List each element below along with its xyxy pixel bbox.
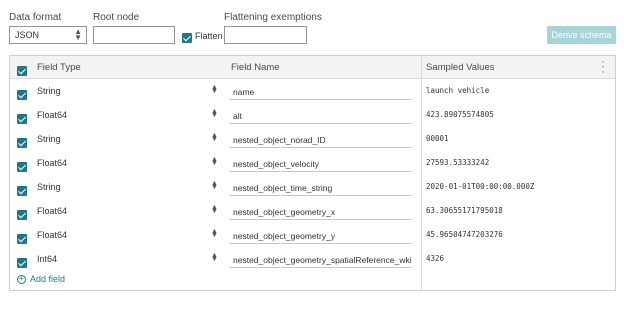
header-field-type: Field Type bbox=[37, 62, 81, 73]
select-all-checkbox[interactable] bbox=[17, 63, 27, 81]
more-options-icon[interactable]: · · · bbox=[600, 57, 606, 78]
sampled-value: launch vehicle bbox=[426, 86, 490, 95]
select-arrows-icon: ▲ ▼ bbox=[211, 204, 218, 215]
field-type-select[interactable]: String bbox=[37, 182, 61, 192]
checkbox-checked-icon bbox=[17, 90, 27, 100]
root-node-input[interactable] bbox=[93, 26, 175, 44]
row-checkbox[interactable] bbox=[17, 207, 27, 225]
select-arrows-icon: ▲ ▼ bbox=[211, 108, 218, 119]
field-type-select[interactable]: Float64 bbox=[37, 110, 67, 120]
select-arrows-icon: ▲ ▼ bbox=[211, 180, 218, 191]
checkbox-checked-icon bbox=[17, 114, 27, 124]
table-row: String ▲ ▼ nested_object_norad_ID 00001 bbox=[10, 128, 615, 152]
row-checkbox[interactable] bbox=[17, 183, 27, 201]
header-field-name: Field Name bbox=[231, 62, 280, 73]
table-row: String ▲ ▼ nested_object_time_string 2020… bbox=[10, 176, 615, 200]
sampled-value: 2020-01-01T00:00:00.000Z bbox=[426, 182, 535, 191]
checkbox-checked-icon bbox=[17, 186, 27, 196]
field-name-input[interactable]: nested_object_time_string bbox=[229, 179, 412, 196]
sampled-value: 4326 bbox=[426, 254, 445, 263]
flattening-exemptions-input[interactable] bbox=[224, 26, 307, 44]
select-arrows-icon: ▲ ▼ bbox=[211, 84, 218, 95]
field-name-input[interactable]: nested_object_geometry_spatialReference_… bbox=[229, 251, 412, 268]
add-field-label: Add field bbox=[30, 274, 66, 284]
select-arrows-icon: ▲ ▼ bbox=[211, 252, 218, 263]
field-name-input[interactable]: name bbox=[229, 83, 412, 100]
table-header: Field Type Field Name Sampled Values · · · bbox=[10, 56, 615, 79]
row-checkbox[interactable] bbox=[17, 87, 27, 105]
row-checkbox[interactable] bbox=[17, 231, 27, 249]
plus-circle-icon: + bbox=[17, 274, 26, 284]
field-name-input[interactable]: nested_object_norad_ID bbox=[229, 131, 412, 148]
sampled-value: 423.89075574805 bbox=[426, 110, 494, 119]
flatten-checkbox[interactable] bbox=[182, 30, 192, 48]
sampled-value: 45.96504747203276 bbox=[426, 230, 503, 239]
sampled-value: 27593.53333242 bbox=[426, 158, 490, 167]
field-type-select[interactable]: Int64 bbox=[37, 254, 57, 264]
field-type-select[interactable]: String bbox=[37, 134, 61, 144]
table-row: String ▲ ▼ name launch vehicle bbox=[10, 80, 615, 104]
data-format-select[interactable]: JSON ▲ ▼ bbox=[9, 26, 87, 44]
field-type-select[interactable]: Float64 bbox=[37, 206, 67, 216]
table-row: Int64 ▲ ▼ nested_object_geometry_spatialR… bbox=[10, 248, 615, 272]
row-checkbox[interactable] bbox=[17, 255, 27, 273]
table-row: Float64 ▲ ▼ nested_object_geometry_y 45.9… bbox=[10, 224, 615, 248]
select-arrows-icon: ▲ ▼ bbox=[211, 228, 218, 239]
select-arrows-icon: ▲ ▼ bbox=[74, 27, 82, 42]
field-type-select[interactable]: Float64 bbox=[37, 158, 67, 168]
field-name-input[interactable]: alt bbox=[229, 107, 412, 124]
field-name-input[interactable]: nested_object_geometry_x bbox=[229, 203, 412, 220]
checkbox-checked-icon bbox=[17, 234, 27, 244]
schema-table: Field Type Field Name Sampled Values · · ·… bbox=[9, 55, 616, 291]
row-checkbox[interactable] bbox=[17, 135, 27, 153]
table-row: Float64 ▲ ▼ nested_object_velocity 27593.… bbox=[10, 152, 615, 176]
select-arrows-icon: ▲ ▼ bbox=[211, 156, 218, 167]
sampled-value: 00001 bbox=[426, 134, 449, 143]
sampled-value: 63.30655171795018 bbox=[426, 206, 503, 215]
field-type-select[interactable]: Float64 bbox=[37, 230, 67, 240]
checkbox-checked-icon bbox=[17, 258, 27, 268]
table-row: Float64 ▲ ▼ alt 423.89075574805 bbox=[10, 104, 615, 128]
table-row: Float64 ▲ ▼ nested_object_geometry_x 63.3… bbox=[10, 200, 615, 224]
checkbox-checked-icon bbox=[17, 162, 27, 172]
flatten-label: Flatten bbox=[195, 31, 223, 41]
row-checkbox[interactable] bbox=[17, 159, 27, 177]
field-name-input[interactable]: nested_object_geometry_y bbox=[229, 227, 412, 244]
flattening-exemptions-label: Flattening exemptions bbox=[224, 12, 322, 23]
data-format-value: JSON bbox=[15, 30, 40, 40]
select-arrows-icon: ▲ ▼ bbox=[211, 132, 218, 143]
row-checkbox[interactable] bbox=[17, 111, 27, 129]
add-field-button[interactable]: + Add field bbox=[17, 274, 65, 284]
checkbox-checked-icon bbox=[182, 33, 192, 43]
checkbox-checked-icon bbox=[17, 66, 27, 76]
root-node-label: Root node bbox=[93, 12, 140, 23]
field-type-select[interactable]: String bbox=[37, 86, 61, 96]
header-sampled-values: Sampled Values bbox=[426, 62, 495, 73]
data-format-label: Data format bbox=[9, 12, 62, 23]
checkbox-checked-icon bbox=[17, 210, 27, 220]
field-name-input[interactable]: nested_object_velocity bbox=[229, 155, 412, 172]
derive-schema-button[interactable]: Derive schema bbox=[547, 26, 616, 44]
checkbox-checked-icon bbox=[17, 138, 27, 148]
